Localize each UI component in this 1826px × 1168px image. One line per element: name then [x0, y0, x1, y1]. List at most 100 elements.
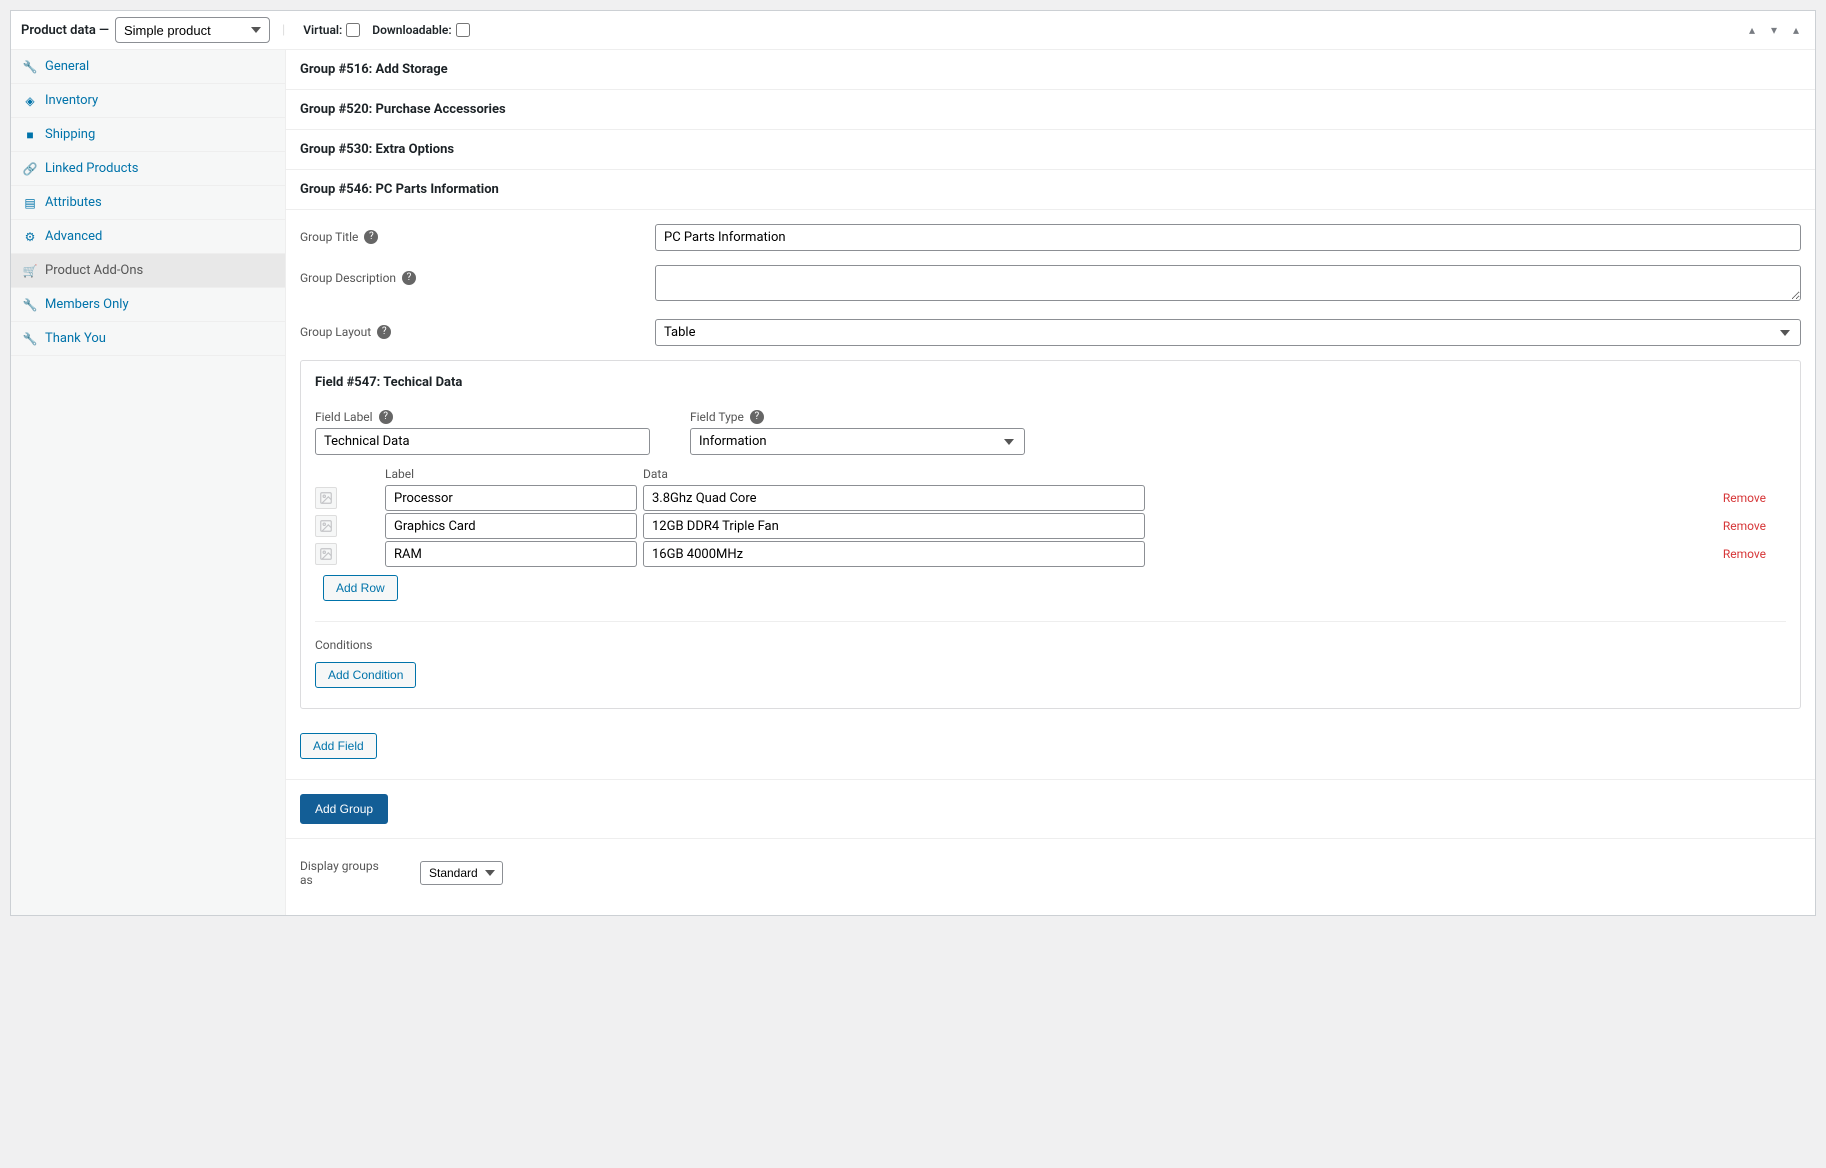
- display-groups-select[interactable]: Standard: [420, 861, 503, 885]
- help-icon[interactable]: ?: [377, 325, 391, 339]
- panel-header: Product data — Simple product | Virtual:…: [11, 11, 1815, 50]
- remove-row-link[interactable]: Remove: [1723, 547, 1766, 561]
- display-groups-row: Display groups as Standard: [286, 839, 1815, 915]
- tab-linked-products[interactable]: 🔗 Linked Products: [11, 152, 285, 186]
- row-data-input[interactable]: [643, 513, 1145, 539]
- help-icon[interactable]: ?: [379, 410, 393, 424]
- group-description-row: Group Description ?: [300, 265, 1801, 305]
- tab-shipping[interactable]: ■ Shipping: [11, 118, 285, 152]
- help-icon[interactable]: ?: [364, 230, 378, 244]
- panel-body: 🔧 General ◈ Inventory ■ Shipping 🔗 Linke…: [11, 50, 1815, 915]
- image-placeholder-icon[interactable]: [315, 515, 337, 537]
- downloadable-checkbox[interactable]: [456, 23, 470, 37]
- group-description-input[interactable]: [655, 265, 1801, 301]
- virtual-checkbox[interactable]: [346, 23, 360, 37]
- tab-label: Thank You: [45, 331, 106, 346]
- add-row-button[interactable]: Add Row: [323, 575, 398, 601]
- group-title-label: Group Title: [300, 230, 358, 244]
- add-field-button[interactable]: Add Field: [300, 733, 377, 759]
- cart-icon: 🛒: [23, 264, 37, 278]
- downloadable-checkbox-wrap[interactable]: Downloadable:: [372, 23, 469, 37]
- tab-general[interactable]: 🔧 General: [11, 50, 285, 84]
- add-group-section: Add Group: [286, 780, 1815, 839]
- truck-icon: ■: [23, 128, 37, 142]
- row-data-input[interactable]: [643, 485, 1145, 511]
- group-header-collapsed[interactable]: Group #520: Purchase Accessories: [286, 90, 1815, 130]
- add-group-button[interactable]: Add Group: [300, 794, 388, 824]
- field-panel-header[interactable]: Field #547: Techical Data: [301, 361, 1800, 404]
- link-icon: 🔗: [23, 162, 37, 176]
- info-table: Label Data: [315, 467, 1786, 601]
- tab-thank-you[interactable]: 🔧 Thank You: [11, 322, 285, 356]
- field-top-row: Field Label ? Field Type ?: [315, 410, 1786, 455]
- field-type-select[interactable]: Information: [690, 428, 1025, 455]
- row-label-input[interactable]: [385, 485, 637, 511]
- field-panel: Field #547: Techical Data Field Label ?: [300, 360, 1801, 709]
- collapse-icon[interactable]: ▴: [1787, 21, 1805, 39]
- field-label-label: Field Label: [315, 410, 373, 424]
- virtual-checkbox-wrap[interactable]: Virtual:: [303, 23, 360, 37]
- add-condition-button[interactable]: Add Condition: [315, 662, 416, 688]
- field-type-col: Field Type ? Information: [690, 410, 1025, 455]
- product-data-panel: Product data — Simple product | Virtual:…: [10, 10, 1816, 916]
- tab-label: Attributes: [45, 195, 102, 210]
- image-placeholder-icon[interactable]: [315, 543, 337, 565]
- field-type-label: Field Type: [690, 410, 744, 424]
- tab-label: Linked Products: [45, 161, 138, 176]
- wrench-icon: 🔧: [23, 298, 37, 312]
- move-down-icon[interactable]: ▾: [1765, 21, 1783, 39]
- help-icon[interactable]: ?: [750, 410, 764, 424]
- group-layout-label: Group Layout: [300, 325, 371, 339]
- group-title-input[interactable]: [655, 224, 1801, 251]
- help-icon[interactable]: ?: [402, 271, 416, 285]
- wrench-icon: 🔧: [23, 332, 37, 346]
- field-label-input[interactable]: [315, 428, 650, 455]
- tab-inventory[interactable]: ◈ Inventory: [11, 84, 285, 118]
- tab-label: Advanced: [45, 229, 102, 244]
- product-data-tabs: 🔧 General ◈ Inventory ■ Shipping 🔗 Linke…: [11, 50, 286, 915]
- col-data-header: Data: [643, 467, 1145, 481]
- col-label-header: Label: [385, 467, 637, 481]
- separator: |: [282, 23, 285, 38]
- row-label-input[interactable]: [385, 541, 637, 567]
- product-type-select[interactable]: Simple product: [115, 17, 270, 43]
- table-row: Remove: [315, 513, 1786, 539]
- conditions-block: Conditions Add Condition: [315, 621, 1786, 688]
- tab-product-add-ons[interactable]: 🛒 Product Add-Ons: [11, 254, 285, 288]
- row-data-input[interactable]: [643, 541, 1145, 567]
- list-icon: ▤: [23, 196, 37, 210]
- table-row: Remove: [315, 541, 1786, 567]
- tab-label: Members Only: [45, 297, 129, 312]
- panel-header-controls: ▴ ▾ ▴: [1743, 21, 1805, 39]
- display-groups-label: Display groups as: [300, 859, 390, 887]
- group-layout-select[interactable]: Table: [655, 319, 1801, 346]
- move-up-icon[interactable]: ▴: [1743, 21, 1761, 39]
- remove-row-link[interactable]: Remove: [1723, 491, 1766, 505]
- tab-label: Product Add-Ons: [45, 263, 143, 278]
- tag-icon: ◈: [23, 94, 37, 108]
- image-placeholder-icon[interactable]: [315, 487, 337, 509]
- tab-label: Shipping: [45, 127, 95, 142]
- panel-header-left: Product data — Simple product | Virtual:…: [21, 17, 470, 43]
- row-label-input[interactable]: [385, 513, 637, 539]
- panel-title: Product data —: [21, 23, 109, 38]
- group-header-collapsed[interactable]: Group #516: Add Storage: [286, 50, 1815, 90]
- tab-label: General: [45, 59, 89, 74]
- table-row: Remove: [315, 485, 1786, 511]
- tab-advanced[interactable]: ⚙ Advanced: [11, 220, 285, 254]
- field-panel-body: Field Label ? Field Type ?: [301, 404, 1800, 708]
- downloadable-label: Downloadable:: [372, 23, 451, 37]
- wrench-icon: 🔧: [23, 60, 37, 74]
- group-body: Group Title ? Group Description ?: [286, 210, 1815, 780]
- conditions-title: Conditions: [315, 638, 1786, 652]
- tab-attributes[interactable]: ▤ Attributes: [11, 186, 285, 220]
- group-header-expanded[interactable]: Group #546: PC Parts Information: [286, 170, 1815, 210]
- group-description-label: Group Description: [300, 271, 396, 285]
- main-area: Group #516: Add Storage Group #520: Purc…: [286, 50, 1815, 915]
- remove-row-link[interactable]: Remove: [1723, 519, 1766, 533]
- group-header-collapsed[interactable]: Group #530: Extra Options: [286, 130, 1815, 170]
- virtual-label: Virtual:: [303, 23, 342, 37]
- tab-label: Inventory: [45, 93, 98, 108]
- tab-members-only[interactable]: 🔧 Members Only: [11, 288, 285, 322]
- field-label-col: Field Label ?: [315, 410, 650, 455]
